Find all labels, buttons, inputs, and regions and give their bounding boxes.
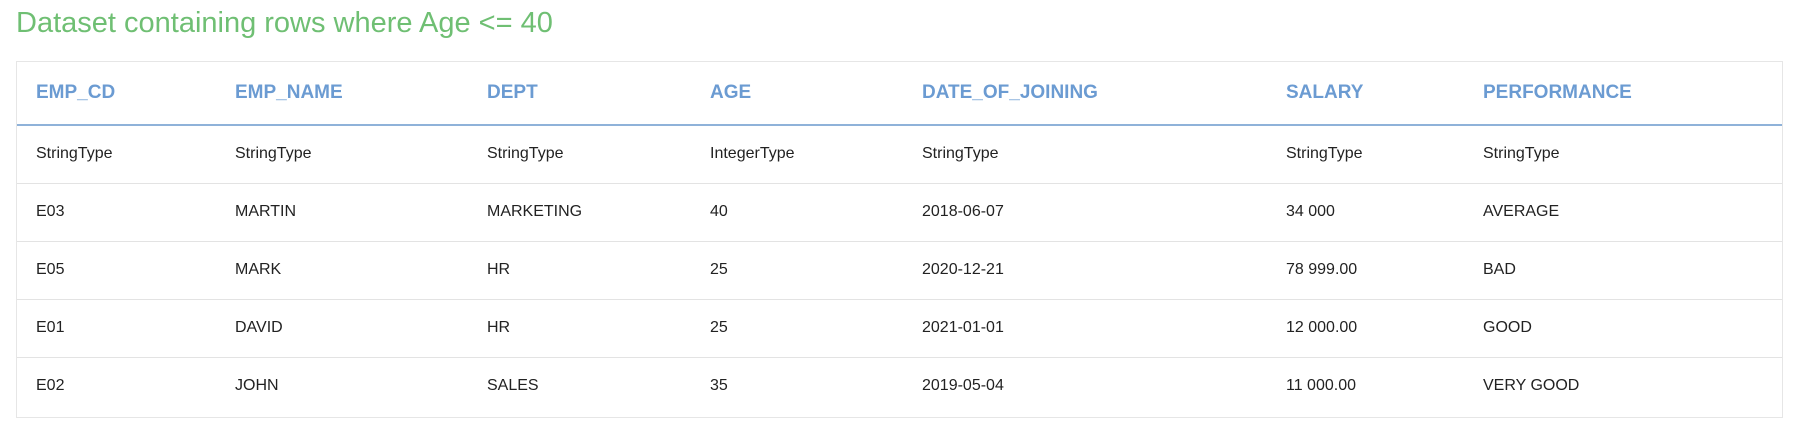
cell-emp-name: DAVID — [216, 299, 468, 358]
cell-performance: AVERAGE — [1464, 183, 1782, 242]
type-cell: StringType — [1464, 125, 1782, 184]
column-header-emp-name: EMP_NAME — [216, 62, 468, 126]
type-cell: IntegerType — [691, 125, 903, 184]
cell-age: 25 — [691, 299, 903, 358]
cell-date-of-joining: 2021-01-01 — [903, 299, 1267, 358]
cell-emp-cd: E03 — [17, 183, 216, 242]
cell-salary: 78 999.00 — [1267, 241, 1464, 300]
cell-emp-name: MARK — [216, 241, 468, 300]
table-row: E02 JOHN SALES 35 2019-05-04 11 000.00 V… — [17, 357, 1782, 415]
dataset-table: EMP_CD EMP_NAME DEPT AGE DATE_OF_JOINING… — [17, 62, 1782, 415]
column-header-emp-cd: EMP_CD — [17, 62, 216, 126]
table-row: E01 DAVID HR 25 2021-01-01 12 000.00 GOO… — [17, 299, 1782, 358]
cell-salary: 12 000.00 — [1267, 299, 1464, 358]
cell-age: 40 — [691, 183, 903, 242]
cell-salary: 11 000.00 — [1286, 377, 1356, 395]
type-cell: StringType — [17, 125, 216, 184]
column-header-date-of-joining: DATE_OF_JOINING — [903, 62, 1267, 126]
cell-dept: SALES — [487, 377, 539, 395]
type-cell: StringType — [1267, 125, 1464, 184]
cell-dept: MARKETING — [468, 183, 691, 242]
table-header-row: EMP_CD EMP_NAME DEPT AGE DATE_OF_JOINING… — [17, 62, 1782, 126]
table-row: E03 MARTIN MARKETING 40 2018-06-07 34 00… — [17, 183, 1782, 242]
cell-performance: BAD — [1464, 241, 1782, 300]
cell-age: 35 — [710, 377, 728, 395]
page-title: Dataset containing rows where Age <= 40 — [16, 7, 553, 39]
dataset-table-container: EMP_CD EMP_NAME DEPT AGE DATE_OF_JOINING… — [16, 61, 1783, 418]
cell-emp-cd: E02 — [36, 377, 65, 395]
cell-dept: HR — [468, 241, 691, 300]
cell-emp-cd: E01 — [17, 299, 216, 358]
type-cell: StringType — [468, 125, 691, 184]
table-row: E05 MARK HR 25 2020-12-21 78 999.00 BAD — [17, 241, 1782, 300]
column-header-salary: SALARY — [1267, 62, 1464, 126]
cell-performance: GOOD — [1464, 299, 1782, 358]
cell-date-of-joining: 2018-06-07 — [903, 183, 1267, 242]
column-header-dept: DEPT — [468, 62, 691, 126]
cell-emp-name: JOHN — [235, 377, 279, 395]
cell-dept: HR — [468, 299, 691, 358]
type-cell: StringType — [216, 125, 468, 184]
cell-emp-name: MARTIN — [216, 183, 468, 242]
cell-performance: VERY GOOD — [1483, 377, 1580, 395]
cell-age: 25 — [691, 241, 903, 300]
type-row: StringType StringType StringType Integer… — [17, 125, 1782, 184]
column-header-performance: PERFORMANCE — [1464, 62, 1782, 126]
cell-emp-cd: E05 — [17, 241, 216, 300]
cell-salary: 34 000 — [1267, 183, 1464, 242]
column-header-age: AGE — [691, 62, 903, 126]
cell-date-of-joining: 2020-12-21 — [903, 241, 1267, 300]
cell-date-of-joining: 2019-05-04 — [922, 377, 1004, 395]
type-cell: StringType — [903, 125, 1267, 184]
